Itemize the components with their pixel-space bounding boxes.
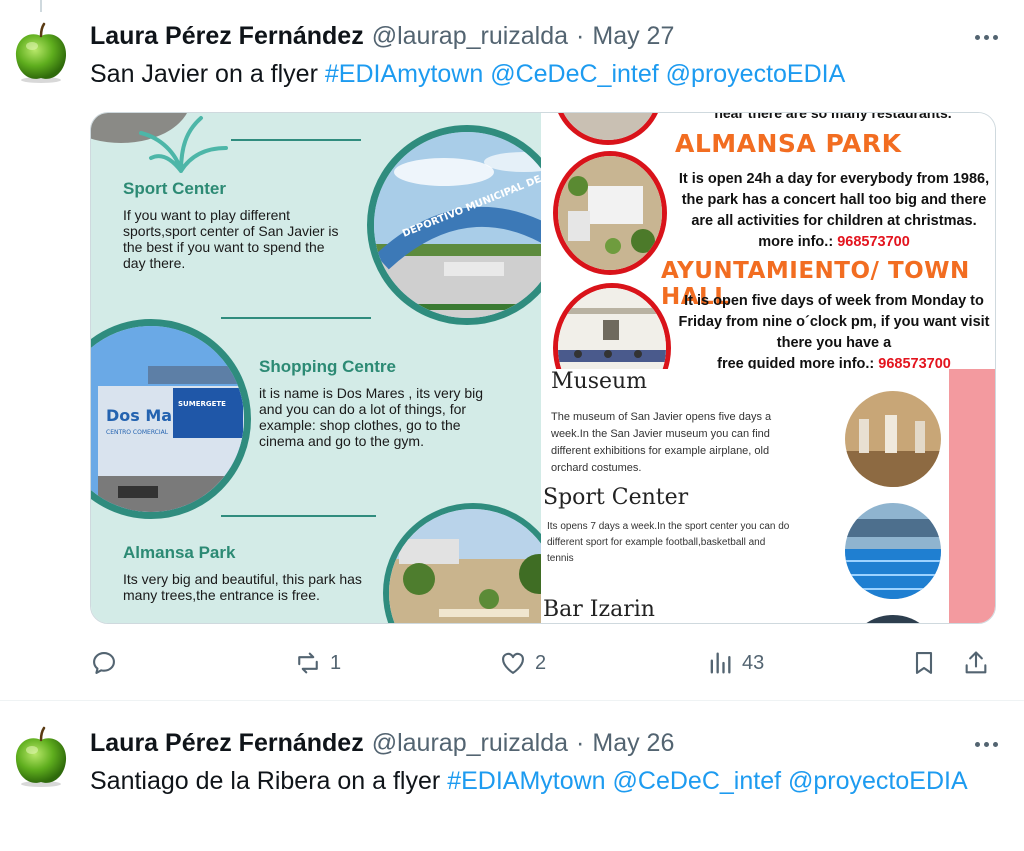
- views-button[interactable]: 43: [706, 645, 764, 681]
- town-hall-photo: [553, 283, 671, 369]
- mention-link[interactable]: @proyectoEDIA: [788, 767, 968, 795]
- apple-avatar-icon[interactable]: [10, 22, 72, 84]
- almansa-park-body: It is open 24h a day for everybody from …: [678, 171, 990, 229]
- museum-title: Museum: [551, 369, 648, 394]
- flyer-image-right-bottom[interactable]: Museum The museum of San Javier opens fi…: [543, 369, 995, 623]
- mall-photo: Dos Mares CENTRO COMERCIAL SUMERGETE: [91, 319, 251, 519]
- park-photo: [383, 503, 541, 623]
- mall-banner-text: SUMERGETE: [178, 400, 226, 408]
- apple-avatar-icon[interactable]: [10, 726, 72, 788]
- tweet-date[interactable]: May 26: [592, 729, 674, 758]
- author-name[interactable]: Laura Pérez Fernández: [90, 22, 364, 51]
- tweet-header: Laura Pérez Fernández @laurap_ruizalda ·…: [90, 21, 1004, 51]
- shopping-centre-text: it is name is Dos Mares , its very big a…: [259, 385, 484, 449]
- mention-link[interactable]: @proyectoEDIA: [666, 60, 846, 88]
- mention-link[interactable]: @CeDeC_intef: [613, 767, 782, 795]
- town-hall-info: It is open five days of week from Monday…: [675, 291, 993, 369]
- like-count: 2: [535, 651, 547, 674]
- almansa-park-text: Its very big and beautiful, this park ha…: [123, 571, 362, 603]
- mention-link[interactable]: @CeDeC_intef: [490, 60, 659, 88]
- share-icon: [965, 651, 987, 674]
- museum-photo: [845, 391, 941, 487]
- tweet-text-plain: San Javier on a flyer: [90, 60, 318, 88]
- tweet-2[interactable]: Laura Pérez Fernández @laurap_ruizalda ·…: [0, 700, 1024, 851]
- tweet-1[interactable]: Laura Pérez Fernández @laurap_ruizalda ·…: [0, 0, 1024, 700]
- flyer-image-right-top[interactable]: near there are so many restaurants. ALMA…: [543, 113, 995, 369]
- cut-off-text: near there are so many restaurants.: [714, 113, 952, 121]
- almansa-park-title: Almansa Park: [123, 543, 236, 562]
- stadium-photo: DEPORTIVO MUNICIPAL DE S: [367, 125, 541, 325]
- swimming-pool-photo: [845, 503, 941, 599]
- separator-dot: ·: [576, 21, 585, 50]
- more-icon[interactable]: [968, 726, 1004, 762]
- repost-button[interactable]: 1: [294, 645, 341, 681]
- tweet-date[interactable]: May 27: [592, 22, 674, 51]
- more-info-label: more info.:: [758, 234, 834, 250]
- bar-photo: [845, 615, 941, 623]
- sport-center-title: Sport Center: [123, 179, 226, 198]
- phone-number: 968573700: [837, 234, 910, 250]
- tweet-text: Santiago de la Ribera on a flyer #EDIAMy…: [90, 763, 984, 800]
- phone-number: 968573700: [878, 356, 951, 369]
- author-name[interactable]: Laura Pérez Fernández: [90, 729, 364, 758]
- section-divider: [221, 515, 376, 517]
- sport-center-text: If you want to play different sports,spo…: [123, 207, 339, 271]
- tweet-text-plain: Santiago de la Ribera on a flyer: [90, 767, 441, 795]
- almansa-park-info: It is open 24h a day for everybody from …: [675, 169, 993, 253]
- view-count: 43: [742, 651, 765, 674]
- hashtag-link[interactable]: #EDIAmytown: [325, 60, 483, 88]
- park-aerial-photo: [553, 151, 667, 275]
- almansa-park-heading: ALMANSA PARK: [675, 129, 902, 158]
- tweet-text: San Javier on a flyer #EDIAmytown @CeDeC…: [90, 56, 984, 93]
- more-icon[interactable]: [968, 19, 1004, 55]
- like-button[interactable]: 2: [499, 645, 546, 681]
- sport-center-info: Its opens 7 days a week.In the sport cen…: [547, 521, 790, 564]
- reply-button[interactable]: [90, 645, 126, 681]
- reply-icon: [93, 652, 115, 674]
- tweet-header: Laura Pérez Fernández @laurap_ruizalda ·…: [90, 728, 1004, 758]
- bar-izarin-title: Bar Izarin: [543, 597, 655, 622]
- views-icon: [710, 652, 731, 674]
- section-divider: [221, 317, 371, 319]
- author-handle[interactable]: @laurap_ruizalda: [372, 22, 568, 51]
- like-icon: [502, 652, 524, 674]
- mall-sub-text: CENTRO COMERCIAL: [106, 429, 169, 436]
- bookmark-button[interactable]: [910, 645, 938, 681]
- share-button[interactable]: [962, 645, 990, 681]
- restaurant-photo: [553, 113, 663, 145]
- separator-dot: ·: [576, 728, 585, 757]
- author-handle[interactable]: @laurap_ruizalda: [372, 729, 568, 758]
- flyer-image-left[interactable]: Sport Center If you want to play differe…: [91, 113, 541, 623]
- repost-count: 1: [330, 651, 342, 674]
- tweet-media-grid[interactable]: Sport Center If you want to play differe…: [90, 112, 996, 624]
- town-hall-cut-text: free guided more info.:: [717, 356, 875, 369]
- repost-icon: [298, 652, 318, 674]
- section-divider: [231, 139, 361, 141]
- town-hall-body: It is open five days of week from Monday…: [678, 293, 990, 351]
- pink-side-strip: [949, 369, 995, 623]
- hashtag-link[interactable]: #EDIAMytown: [447, 767, 605, 795]
- sport-center-heading: Sport Center: [543, 485, 689, 510]
- shopping-centre-title: Shopping Centre: [259, 357, 396, 376]
- palm-leaf-icon: [139, 116, 228, 173]
- tweet-actions: 1 2 43: [90, 645, 1004, 681]
- museum-text: The museum of San Javier opens five days…: [551, 411, 772, 474]
- bookmark-icon: [915, 652, 933, 674]
